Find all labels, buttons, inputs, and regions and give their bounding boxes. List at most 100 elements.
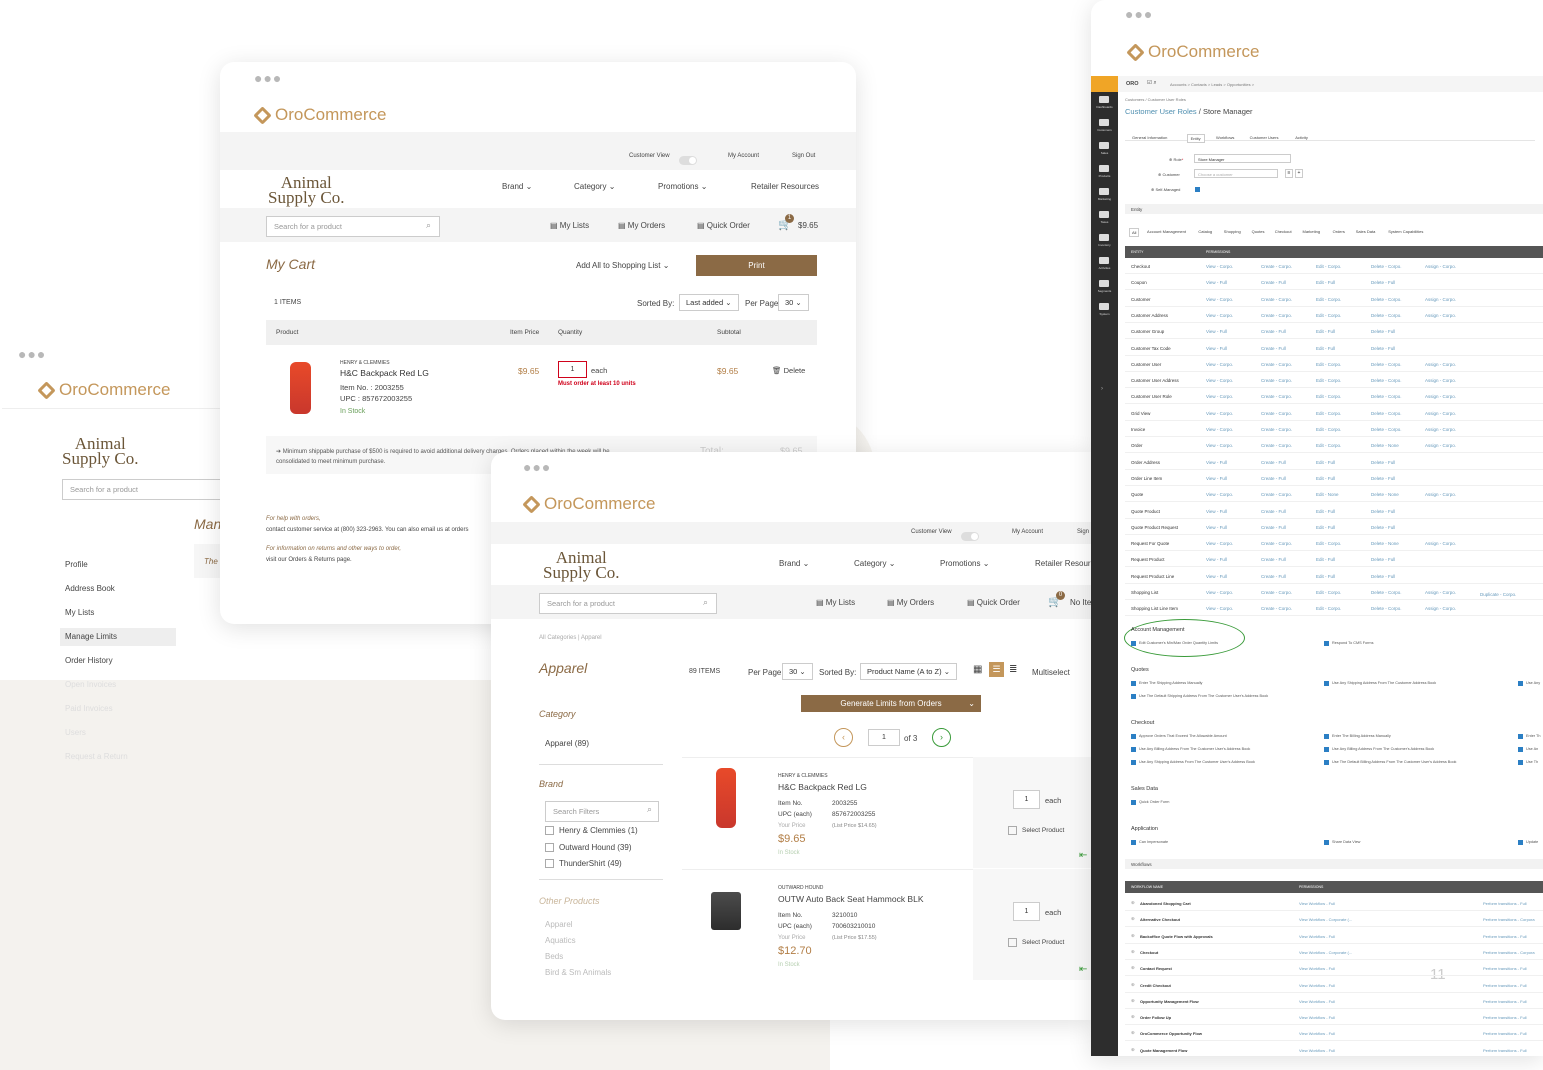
sign-out-link[interactable]: Sign Out: [792, 153, 815, 159]
duplicate-permission[interactable]: Duplicate - Corpo.: [1480, 592, 1516, 597]
topbar-breadcrumbs[interactable]: Accounts > Contacts > Leads > Opportunit…: [1170, 82, 1254, 87]
permission-value[interactable]: Assign - Corpo.: [1425, 411, 1456, 416]
permission-value[interactable]: Edit - Corpo.: [1316, 606, 1341, 611]
permission-value[interactable]: Create - Full: [1261, 329, 1286, 334]
sidebar-item-label[interactable]: System: [1092, 312, 1117, 316]
permission-value[interactable]: Create - Corpo.: [1261, 427, 1292, 432]
permission-value[interactable]: Edit - Corpo.: [1316, 427, 1341, 432]
permission-value[interactable]: View - Full: [1206, 557, 1227, 562]
permission-value[interactable]: Create - Corpo.: [1261, 394, 1292, 399]
sidebar-item-label[interactable]: Activities: [1092, 266, 1117, 270]
workflow-name[interactable]: OroCommerce Opportunity Flow: [1140, 1031, 1202, 1036]
workflow-view-permission[interactable]: View Workflow - Full: [1299, 934, 1335, 939]
customer-select[interactable]: Choose a customer: [1194, 169, 1278, 178]
entity-tab[interactable]: Quotes: [1250, 228, 1267, 235]
permission-value[interactable]: Edit - Corpo.: [1316, 411, 1341, 416]
permission-value[interactable]: Delete - None: [1371, 443, 1399, 448]
checkbox[interactable]: [545, 843, 554, 853]
compact-view-icon[interactable]: ≣: [1009, 664, 1017, 675]
my-lists-link[interactable]: ▤ My Lists: [550, 221, 589, 230]
capability-checkbox[interactable]: [1324, 747, 1329, 752]
workflow-expand-icon[interactable]: ⊕: [1131, 916, 1135, 922]
admin-tab[interactable]: Customer Users: [1247, 134, 1282, 141]
window-controls[interactable]: ●●●: [18, 346, 46, 362]
permission-value[interactable]: View - Full: [1206, 509, 1227, 514]
permission-value[interactable]: Edit - Corpo.: [1316, 443, 1341, 448]
permission-value[interactable]: View - Corpo.: [1206, 590, 1233, 595]
workflow-expand-icon[interactable]: ⊕: [1131, 1014, 1135, 1020]
product-image[interactable]: [290, 362, 311, 414]
nav-promotions[interactable]: Promotions ⌄: [940, 559, 989, 568]
permission-value[interactable]: View - Corpo.: [1206, 313, 1233, 318]
nav-promotions[interactable]: Promotions ⌄: [658, 182, 707, 191]
sidebar-item-icon[interactable]: [1099, 257, 1109, 264]
workflow-expand-icon[interactable]: ⊕: [1131, 965, 1135, 971]
permission-value[interactable]: View - Full: [1206, 346, 1227, 351]
admin-tab[interactable]: Workflows: [1213, 134, 1237, 141]
permission-value[interactable]: Edit - Corpo.: [1316, 541, 1341, 546]
permission-value[interactable]: Assign - Corpo.: [1425, 264, 1456, 269]
quantity-input[interactable]: 1: [558, 361, 587, 378]
workflow-transition-permission[interactable]: Perform transitions - Corpora: [1483, 950, 1535, 955]
self-managed-checkbox[interactable]: [1195, 187, 1200, 192]
checkbox[interactable]: [1008, 826, 1017, 835]
permission-value[interactable]: View - Corpo.: [1206, 394, 1233, 399]
breadcrumb[interactable]: Customers / Customer User Roles: [1125, 97, 1186, 102]
page-input[interactable]: 1: [868, 729, 900, 746]
workflow-expand-icon[interactable]: ⊕: [1131, 933, 1135, 939]
permission-value[interactable]: Delete - Corpo.: [1371, 427, 1402, 432]
entity-tab[interactable]: All: [1129, 228, 1140, 237]
customer-view-toggle[interactable]: [679, 156, 697, 166]
permission-value[interactable]: Create - Full: [1261, 280, 1286, 285]
product-name[interactable]: H&C Backpack Red LG: [778, 782, 867, 792]
permission-value[interactable]: Delete - Corpo.: [1371, 264, 1402, 269]
workflow-transition-permission[interactable]: Perform transitions - Full: [1483, 1015, 1527, 1020]
sidebar-item-label[interactable]: Dashboards: [1092, 105, 1117, 109]
sort-select[interactable]: Product Name (A to Z) ⌄: [860, 663, 957, 680]
workflow-transition-permission[interactable]: Perform transitions - Full: [1483, 983, 1527, 988]
sidebar-item-icon[interactable]: [1099, 211, 1109, 218]
print-button[interactable]: Print: [696, 255, 817, 276]
cart-total[interactable]: $9.65: [798, 221, 818, 230]
per-page-select[interactable]: 30 ⌄: [782, 663, 813, 680]
permission-value[interactable]: View - Corpo.: [1206, 362, 1233, 367]
add-arrow-icon[interactable]: ⇤: [1079, 850, 1087, 861]
search-input[interactable]: Search for a product: [266, 216, 440, 237]
sidebar-item-label[interactable]: Inventory: [1092, 243, 1117, 247]
permission-value[interactable]: Edit - Corpo.: [1316, 297, 1341, 302]
my-account-link[interactable]: My Account: [728, 153, 759, 159]
workflow-view-permission[interactable]: View Workflow - Corporate (...: [1299, 950, 1352, 955]
permission-value[interactable]: Edit - Corpo.: [1316, 394, 1341, 399]
sidebar-item-label[interactable]: Marketing: [1092, 197, 1117, 201]
permission-value[interactable]: Delete - Full: [1371, 346, 1395, 351]
menu-item-profile[interactable]: Profile: [65, 560, 88, 569]
search-icon[interactable]: ⌕: [426, 220, 431, 231]
permission-value[interactable]: Delete - Full: [1371, 525, 1395, 530]
permission-value[interactable]: Delete - Full: [1371, 460, 1395, 465]
permission-value[interactable]: Delete - Full: [1371, 557, 1395, 562]
search-input[interactable]: Search for a product: [539, 593, 717, 614]
permission-value[interactable]: Edit - Full: [1316, 574, 1335, 579]
sidebar-item-icon[interactable]: [1099, 234, 1109, 241]
entity-tab[interactable]: Marketing: [1301, 228, 1323, 235]
window-controls[interactable]: ●●●: [523, 459, 551, 475]
permission-value[interactable]: View - Corpo.: [1206, 427, 1233, 432]
admin-tab[interactable]: General Information: [1129, 134, 1170, 141]
workflow-view-permission[interactable]: View Workflow - Full: [1299, 1031, 1335, 1036]
checkbox[interactable]: [545, 859, 554, 869]
permission-value[interactable]: Create - Full: [1261, 509, 1286, 514]
menu-item-my-lists[interactable]: My Lists: [65, 608, 94, 617]
menu-item-manage-limits[interactable]: Manage Limits: [65, 632, 117, 641]
search-icon[interactable]: ⌕: [647, 804, 652, 815]
capability-checkbox[interactable]: [1324, 641, 1329, 646]
sidebar-item-icon[interactable]: [1099, 188, 1109, 195]
workflow-view-permission[interactable]: View Workflow - Full: [1299, 1015, 1335, 1020]
sidebar-item-icon[interactable]: [1099, 119, 1109, 126]
permission-value[interactable]: Delete - Full: [1371, 280, 1395, 285]
sidebar-logo[interactable]: [1091, 76, 1118, 92]
admin-tab[interactable]: Activity: [1292, 134, 1311, 141]
menu-item-paid-invoices[interactable]: Paid Invoices: [65, 704, 113, 713]
workflow-transition-permission[interactable]: Perform transitions - Full: [1483, 934, 1527, 939]
select-product[interactable]: Select Product: [1008, 826, 1064, 835]
capability-checkbox[interactable]: [1131, 641, 1136, 646]
